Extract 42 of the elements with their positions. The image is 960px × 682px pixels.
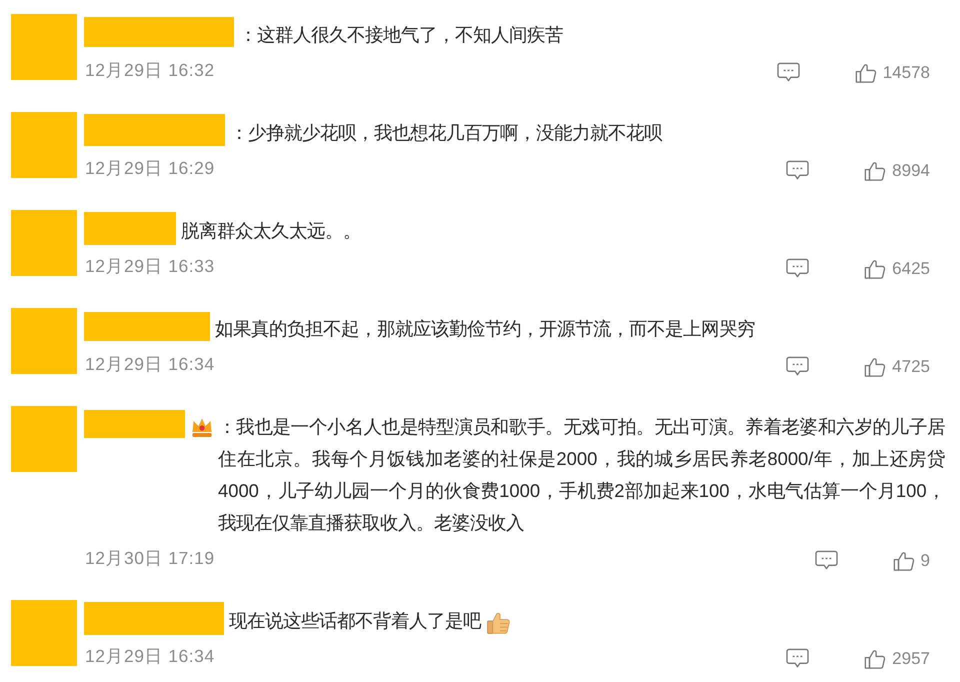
reply-button[interactable] — [786, 258, 810, 279]
comment-icon — [786, 356, 810, 377]
like-button[interactable]: 4725 — [864, 356, 930, 378]
avatar-placeholder — [11, 308, 77, 374]
reply-button[interactable] — [786, 160, 810, 181]
thumbs-up-icon — [864, 160, 886, 182]
reply-button[interactable] — [776, 62, 800, 83]
comment-icon — [786, 160, 810, 181]
like-button[interactable]: 8994 — [864, 160, 930, 182]
avatar-placeholder — [11, 112, 77, 178]
comment-timestamp: 12月29日 16:33 — [85, 255, 215, 278]
thumbs-up-icon — [864, 258, 886, 280]
comment-text: 如果真的负担不起，那就应该勤俭节约，开源节流，而不是上网哭穷 — [215, 318, 755, 339]
comment-icon — [776, 62, 800, 83]
reply-button[interactable] — [786, 356, 810, 377]
thumbs-up-icon — [892, 550, 915, 572]
comment-text: ：这群人很久不接地气了，不知人间疾苦 — [239, 24, 563, 45]
comment-text: ：我也是一个小名人也是特型演员和歌手。无戏可拍。无出可演。养着老婆和六岁的儿子居住在北京。我每个月饭钱加老婆的社保是2000，我的城乡居民养老8000/年，加上还房贷4000，儿子幼儿园一个月的伙食费1000，手机费2部加起来100，水电气估算一个月100，我现在仅靠直播获取收入。老婆没收入 — [218, 416, 945, 533]
avatar-placeholder — [11, 210, 77, 276]
like-button[interactable]: 6425 — [864, 258, 930, 280]
reply-button[interactable] — [814, 550, 838, 571]
avatar-placeholder — [11, 600, 77, 666]
thumbs-up-icon — [864, 356, 886, 378]
comment-icon — [786, 258, 810, 279]
comment-text: 现在说这些话都不背着人了是吧 — [229, 610, 481, 631]
comment-icon — [814, 550, 838, 571]
comment-text: 脱离群众太久太远。。 — [181, 220, 361, 241]
avatar-placeholder — [11, 14, 77, 80]
thumbs-up-icon — [864, 648, 886, 670]
reply-button[interactable] — [786, 648, 810, 669]
like-button[interactable]: 14578 — [854, 62, 930, 84]
comment-icon — [786, 648, 810, 669]
comment-timestamp: 12月29日 16:34 — [85, 353, 215, 376]
thumbs-up-icon — [854, 62, 877, 84]
like-button[interactable]: 2957 — [864, 648, 930, 670]
comment-timestamp: 12月29日 16:29 — [85, 157, 215, 180]
comment-timestamp: 12月29日 16:34 — [85, 645, 215, 668]
avatar-placeholder — [11, 406, 77, 472]
comment-timestamp: 12月29日 16:32 — [85, 59, 215, 82]
comment-text: ：少挣就少花呗，我也想花几百万啊，没能力就不花呗 — [230, 122, 662, 143]
comment-timestamp: 12月30日 17:19 — [85, 547, 215, 570]
like-button[interactable]: 9 — [892, 550, 930, 572]
